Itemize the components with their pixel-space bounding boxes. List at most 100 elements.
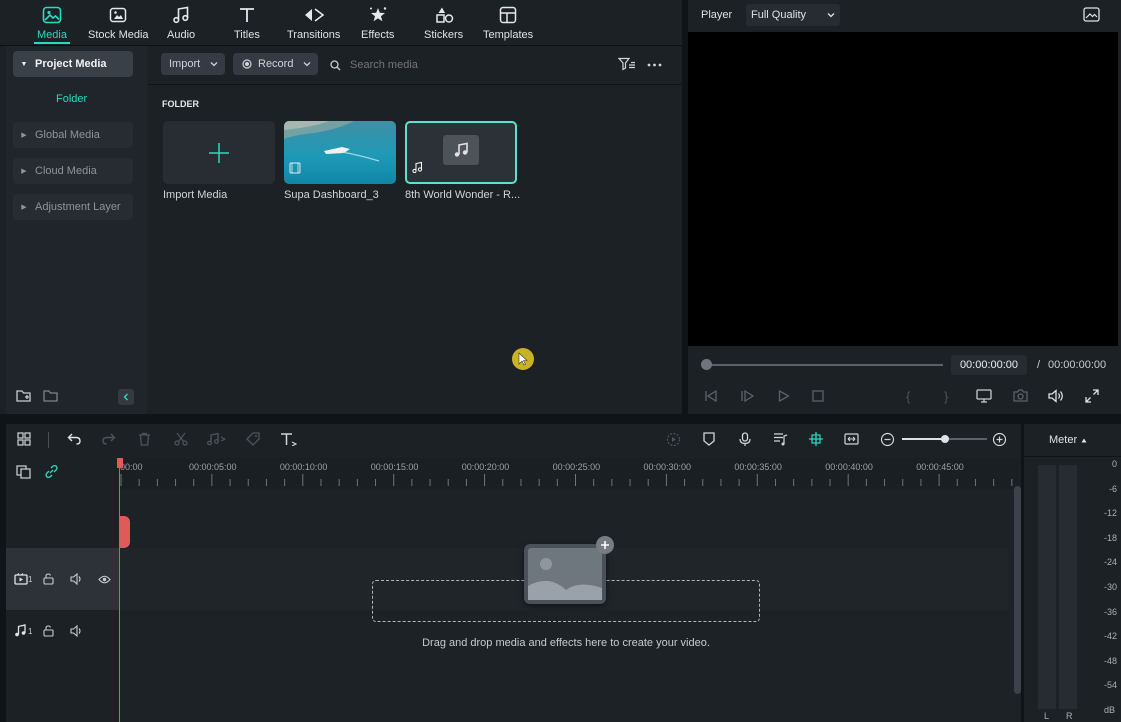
snap-icon[interactable] [808, 431, 824, 447]
display-settings-icon[interactable] [976, 389, 992, 403]
time-ruler[interactable]: 00:00 00:00:05:00 00:00:10:00 00:00:15:00 00… [119, 458, 1021, 490]
sidebar-item-global-media[interactable]: ▶ Global Media [13, 122, 133, 148]
playhead-handle[interactable] [119, 516, 130, 548]
video-preview[interactable] [688, 32, 1118, 346]
audio-media-card[interactable] [405, 121, 517, 184]
effects-icon [367, 4, 389, 26]
volume-icon[interactable] [70, 625, 83, 637]
timeline-scrollbar[interactable] [1014, 486, 1021, 694]
caret-right-icon: ▶ [21, 204, 27, 211]
tab-stickers[interactable]: Stickers [424, 4, 463, 44]
db-label: -24 [1103, 557, 1117, 568]
sidebar-item-cloud-media[interactable]: ▶ Cloud Media [13, 158, 133, 184]
caret-right-icon: ▶ [21, 168, 27, 175]
marker-icon[interactable] [703, 432, 715, 446]
play-icon[interactable] [778, 390, 790, 402]
tab-media[interactable]: Media [37, 4, 67, 44]
ruler-tick-label: 00:00:15:00 [370, 462, 419, 472]
render-preview-icon[interactable] [666, 432, 681, 447]
volume-icon[interactable] [1048, 389, 1064, 403]
link-icon[interactable] [44, 464, 59, 479]
quality-value: Full Quality [751, 9, 807, 21]
text-tool-icon[interactable] [280, 432, 297, 446]
tab-templates-label: Templates [483, 29, 534, 41]
quality-dropdown[interactable]: Full Quality [746, 4, 840, 26]
stock-media-icon [107, 4, 129, 26]
audio-mixer-icon[interactable] [773, 432, 788, 446]
zoom-in-icon[interactable] [992, 432, 1007, 447]
mark-out-icon[interactable]: } [944, 389, 948, 404]
time-separator: / [1037, 359, 1041, 371]
camera-icon[interactable] [1013, 389, 1028, 402]
sidebar-item-project-media[interactable]: ▼ Project Media [13, 51, 133, 77]
caret-right-icon: ▶ [21, 132, 27, 139]
progress-handle[interactable] [701, 359, 712, 370]
progress-track[interactable] [706, 364, 943, 366]
meter-bar-left [1038, 465, 1056, 709]
record-dropdown[interactable]: Record [233, 53, 318, 75]
microphone-icon[interactable] [739, 432, 751, 447]
add-track-icon[interactable] [16, 465, 31, 479]
video-track-header[interactable]: 1 [6, 548, 119, 610]
search-input[interactable] [350, 59, 550, 71]
tab-transitions[interactable]: Transitions [287, 4, 340, 44]
audio-thumbnail [443, 134, 479, 165]
folder-icon[interactable] [43, 389, 59, 403]
import-dropdown[interactable]: Import [161, 53, 225, 75]
titles-icon [236, 4, 258, 26]
delete-icon[interactable] [138, 432, 151, 446]
fullscreen-icon[interactable] [1085, 389, 1099, 403]
collapse-sidebar-button[interactable] [118, 389, 134, 405]
audio-detach-icon[interactable] [206, 432, 226, 446]
tab-stock-media[interactable]: Stock Media [88, 4, 149, 44]
import-media-card[interactable] [163, 121, 275, 184]
zoom-slider-handle[interactable] [941, 435, 949, 443]
meter-dropdown[interactable]: Meter [1049, 434, 1087, 446]
previous-frame-icon[interactable] [704, 390, 718, 402]
zoom-out-icon[interactable] [880, 432, 895, 447]
fit-timeline-icon[interactable] [844, 432, 859, 446]
stop-icon[interactable] [812, 390, 824, 402]
playhead-line[interactable] [119, 458, 120, 722]
playhead-top[interactable] [117, 458, 123, 468]
db-label: -48 [1103, 655, 1117, 666]
media-card-name: Supa Dashboard_3 [284, 189, 379, 201]
new-folder-icon[interactable] [16, 389, 32, 403]
audio-track-header[interactable]: 1 [6, 610, 119, 650]
more-options-icon[interactable] [647, 63, 662, 67]
player-label: Player [701, 9, 733, 21]
eye-icon[interactable] [98, 575, 111, 584]
add-media-button[interactable] [596, 536, 614, 554]
tab-effects[interactable]: Effects [361, 4, 394, 44]
tab-templates[interactable]: Templates [483, 4, 533, 44]
lock-icon[interactable] [43, 625, 54, 637]
track-number: 1 [28, 575, 33, 584]
divider [148, 84, 682, 85]
meter-label: Meter [1049, 434, 1078, 446]
total-time: 00:00:00:00 [1048, 359, 1107, 371]
sidebar-item-adjustment-layer[interactable]: ▶ Adjustment Layer [13, 194, 133, 220]
tab-audio[interactable]: Audio [167, 4, 195, 44]
split-scissors-icon[interactable] [174, 432, 188, 446]
next-frame-icon[interactable] [740, 390, 754, 402]
mark-in-icon[interactable]: { [906, 389, 910, 404]
volume-icon[interactable] [70, 573, 83, 585]
tag-icon[interactable] [246, 432, 260, 446]
video-media-card[interactable] [284, 121, 396, 184]
filter-sort-icon[interactable] [618, 57, 636, 71]
player-panel: Player Full Quality 00:00:00:00 / 00:00:… [688, 0, 1121, 414]
sidebar-item-label: Cloud Media [35, 165, 97, 177]
search-field[interactable] [330, 57, 590, 73]
video-track-icon [14, 573, 28, 585]
tab-titles-label: Titles [234, 29, 260, 41]
timeline-area[interactable]: 00:00 00:00:05:00 00:00:10:00 00:00:15:00 00… [117, 458, 1021, 722]
redo-icon[interactable] [102, 433, 116, 445]
sidebar-item-folder[interactable]: Folder [56, 93, 87, 105]
snapshot-gallery-icon[interactable] [1083, 7, 1100, 22]
tab-titles[interactable]: Titles [234, 4, 260, 44]
mouse-pointer-icon [518, 352, 528, 366]
lock-icon[interactable] [43, 573, 54, 585]
layout-icon[interactable] [17, 432, 31, 446]
undo-icon[interactable] [67, 433, 81, 445]
current-time[interactable]: 00:00:00:00 [951, 355, 1027, 375]
